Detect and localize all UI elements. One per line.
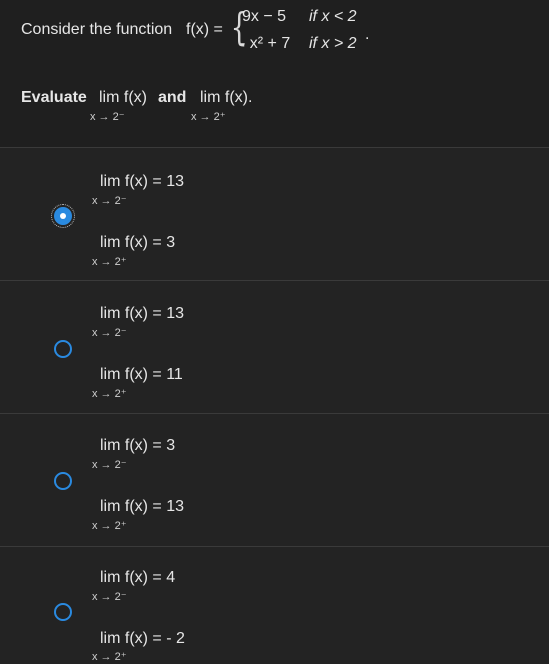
limit2-expression: lim f(x).	[200, 89, 253, 106]
option-limit-left: lim f(x) = 3	[100, 437, 176, 454]
answer-option-3[interactable]: lim f(x) = 3 x → 2⁻ lim f(x) = 13 x → 2⁺	[0, 415, 549, 547]
option-limit-right: lim f(x) = 11	[100, 366, 183, 383]
function-label: f(x) =	[186, 21, 223, 38]
option-limit-right: lim f(x) = - 2	[100, 630, 185, 647]
limit1-expression: lim f(x)	[99, 89, 147, 106]
option-limit-right: lim f(x) = 3	[100, 234, 176, 251]
option-limit-right-subscript: x → 2⁺	[92, 256, 127, 268]
case1-expression: 9x − 5	[242, 8, 287, 25]
option-limit-right-subscript: x → 2⁺	[92, 520, 127, 532]
option-limit-left: lim f(x) = 13	[100, 305, 185, 322]
option-limit-left-subscript: x → 2⁻	[92, 459, 127, 471]
limit2-subscript: x → 2⁺	[191, 111, 226, 123]
answer-option-4[interactable]: lim f(x) = 4 x → 2⁻ lim f(x) = - 2 x → 2…	[0, 548, 549, 664]
question-prefix: Consider the function	[21, 21, 173, 38]
radio-button[interactable]	[54, 472, 72, 490]
radio-button-selected[interactable]	[51, 204, 75, 228]
option-limit-left-subscript: x → 2⁻	[92, 591, 127, 603]
option-limit-right: lim f(x) = 13	[100, 498, 185, 515]
case1-condition: if x < 2	[309, 8, 357, 25]
limit1-subscript: x → 2⁻	[90, 111, 125, 123]
period: .	[365, 26, 370, 43]
option-limit-left: lim f(x) = 13	[100, 173, 185, 190]
radio-button[interactable]	[54, 603, 72, 621]
radio-button[interactable]	[54, 340, 72, 358]
question-panel: Consider the function f(x) = { 9x − 5 if…	[0, 0, 549, 148]
option-limit-left-subscript: x → 2⁻	[92, 195, 127, 207]
option-limit-right-subscript: x → 2⁺	[92, 651, 127, 663]
answer-option-2[interactable]: lim f(x) = 13 x → 2⁻ lim f(x) = 11 x → 2…	[0, 282, 549, 414]
option-limit-left: lim f(x) = 4	[100, 569, 176, 586]
case2-expression: - x² + 7	[240, 35, 291, 52]
evaluate-word: Evaluate	[21, 89, 87, 106]
case2-condition: if x > 2	[309, 35, 357, 52]
and-word: and	[158, 89, 187, 106]
answer-option-1[interactable]: lim f(x) = 13 x → 2⁻ lim f(x) = 3 x → 2⁺	[0, 149, 549, 281]
option-limit-right-subscript: x → 2⁺	[92, 388, 127, 400]
option-limit-left-subscript: x → 2⁻	[92, 327, 127, 339]
